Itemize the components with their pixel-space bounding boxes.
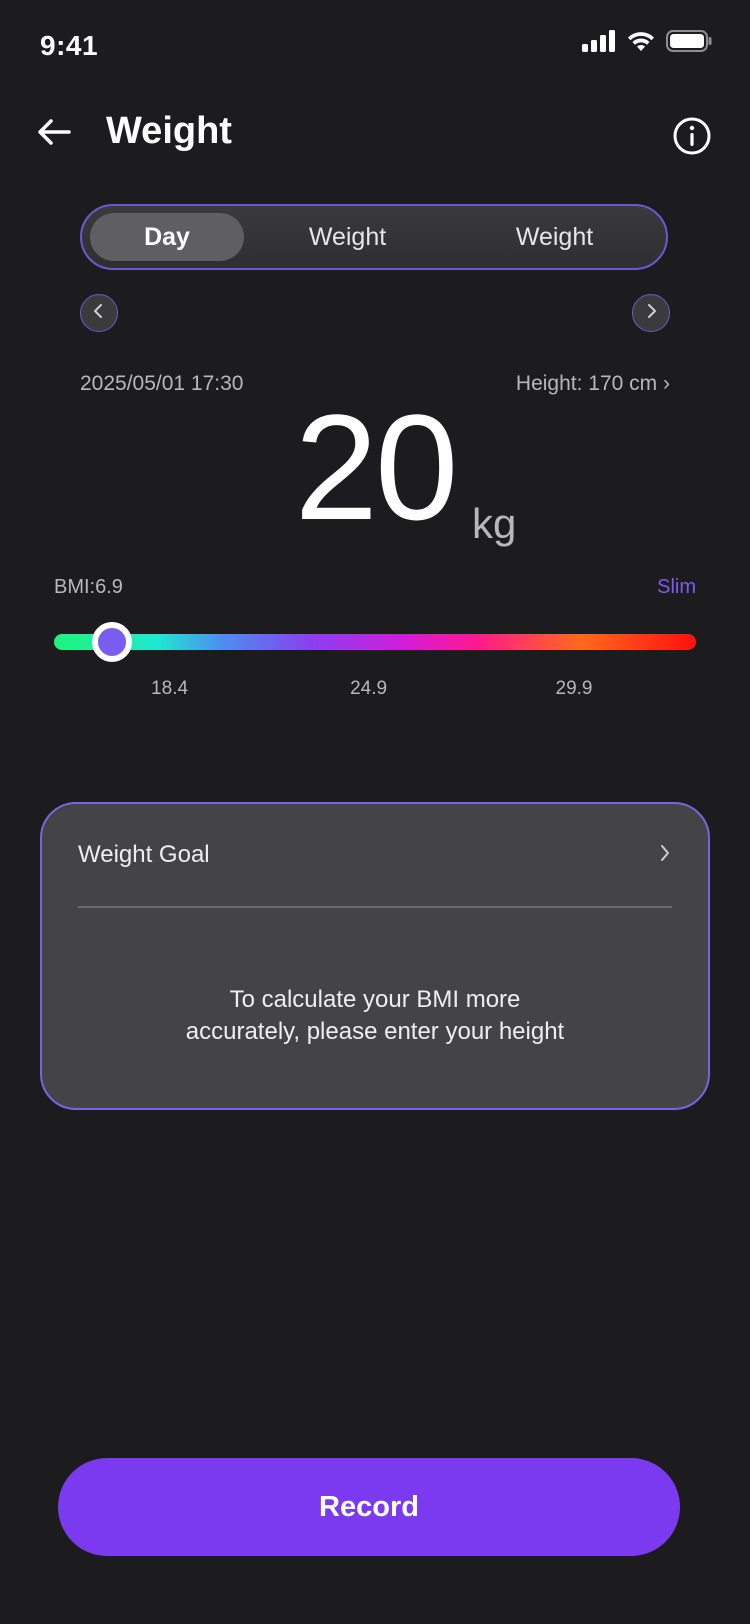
bmi-tick-label: 24.9: [350, 678, 388, 699]
bmi-indicator-thumb[interactable]: [91, 622, 132, 662]
next-period-button[interactable]: [632, 294, 670, 332]
arrow-left-icon: [37, 118, 71, 151]
record-button[interactable]: Record: [58, 1458, 680, 1556]
info-circle-icon: [672, 117, 712, 160]
wifi-icon: [626, 30, 656, 57]
info-button[interactable]: [672, 116, 712, 156]
status-icons: [582, 30, 712, 57]
chevron-left-icon: [92, 303, 106, 324]
bmi-tick-label: 18.4: [151, 678, 189, 699]
height-prompt-message: To calculate your BMI more accurately, p…: [82, 984, 668, 1048]
chevron-right-icon: [644, 303, 658, 324]
height-prompt-line-1: To calculate your BMI more: [229, 986, 521, 1013]
page-title: Weight: [106, 110, 232, 152]
battery-icon: [666, 30, 712, 57]
period-tab-bar: Day Weight Weight: [80, 204, 668, 270]
bmi-status: Slim: [657, 576, 696, 598]
bmi-label: BMI:6.9: [54, 576, 123, 598]
height-prompt-line-2: accurately, please enter your height: [185, 1018, 565, 1045]
weight-screen: 9:41 Weight Day Weight Weight 2025/05/01…: [0, 0, 750, 1624]
weight-unit: kg: [472, 500, 517, 547]
weight-number: 20: [294, 383, 459, 551]
bmi-gradient-track: [54, 622, 696, 662]
weight-goal-row[interactable]: Weight Goal: [78, 804, 672, 908]
status-time: 9:41: [40, 30, 99, 61]
weight-goal-title: Weight Goal: [78, 841, 210, 868]
weight-value: 20: [0, 392, 750, 542]
previous-period-button[interactable]: [80, 294, 118, 332]
tab-day[interactable]: Day: [90, 213, 244, 261]
tab-weight-1[interactable]: Weight: [244, 213, 451, 261]
bmi-tick-label: 29.9: [555, 678, 593, 699]
back-button[interactable]: [34, 114, 74, 154]
weight-goal-card: Weight Goal To calculate your BMI more a…: [40, 802, 710, 1110]
cellular-signal-icon: [582, 30, 616, 57]
chevron-right-icon: [658, 843, 672, 868]
tab-weight-2[interactable]: Weight: [451, 213, 658, 261]
